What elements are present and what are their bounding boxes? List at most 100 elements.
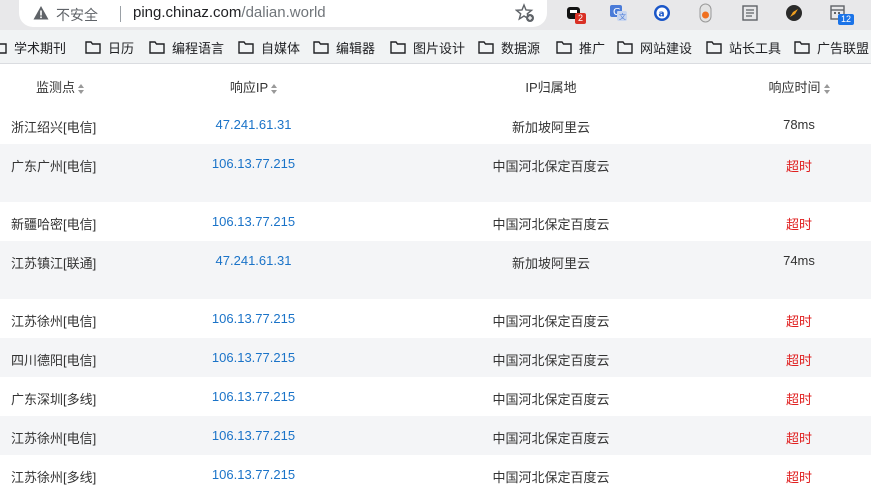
column-header-time[interactable]: 响应时间 xyxy=(748,77,850,96)
ip-link[interactable]: 106.13.77.215 xyxy=(180,428,327,443)
table-row: 江苏徐州[电信] 106.13.77.215 中国河北保定百度云 超时 xyxy=(0,416,871,455)
header-label: 监测点 xyxy=(36,80,76,95)
ip-link[interactable]: 106.13.77.215 xyxy=(180,467,327,482)
location-cell: 新加坡阿里云 xyxy=(511,120,590,135)
warning-icon[interactable] xyxy=(33,5,49,21)
ip-link[interactable]: 47.241.61.31 xyxy=(180,117,327,132)
sort-icon xyxy=(78,83,85,94)
table-row: 江苏徐州[多线] 106.13.77.215 中国河北保定百度云 超时 xyxy=(0,455,871,496)
location-cell: 中国河北保定百度云 xyxy=(492,431,610,446)
ip-link[interactable]: 106.13.77.215 xyxy=(180,350,327,365)
bookmark-label: 站长工具 xyxy=(729,40,782,56)
time-cell: 超时 xyxy=(785,392,812,407)
svg-text:文: 文 xyxy=(619,12,626,21)
node-cell: 浙江绍兴[电信] xyxy=(11,120,97,135)
bookmarks-bar: 学术期刊 日历 编程语言 自媒体 编辑器 图片设计 数据源 推广 网站建设 站长… xyxy=(0,30,871,64)
node-cell: 江苏徐州[电信] xyxy=(11,431,97,446)
extension-1-badge: 2 xyxy=(575,13,587,24)
location-cell: 新加坡阿里云 xyxy=(511,256,590,271)
browser-toolbar: 不安全 ping.chinaz.com/dalian.world 2 G文 a … xyxy=(0,0,871,30)
bookmark-folder[interactable]: 网站建设 xyxy=(617,38,692,56)
extension-1-icon[interactable]: 2 xyxy=(564,2,587,24)
reader-icon[interactable] xyxy=(739,2,761,24)
folder-icon xyxy=(617,40,633,54)
ip-link[interactable]: 106.13.77.215 xyxy=(180,389,327,404)
bookmark-label: 广告联盟 xyxy=(817,40,870,56)
folder-icon xyxy=(313,40,329,54)
ip-link[interactable]: 106.13.77.215 xyxy=(180,311,327,326)
table-row: 江苏徐州[电信] 106.13.77.215 中国河北保定百度云 超时 xyxy=(0,299,871,338)
bookmark-folder[interactable]: 自媒体 xyxy=(238,38,300,56)
table-row: 浙江绍兴[电信] 47.241.61.31 新加坡阿里云 78ms xyxy=(0,105,871,144)
location-cell: 中国河北保定百度云 xyxy=(492,159,610,174)
time-cell: 78ms xyxy=(783,117,815,132)
compass-icon[interactable] xyxy=(783,2,805,24)
address-bar[interactable]: 不安全 ping.chinaz.com/dalian.world xyxy=(19,0,547,27)
column-header-location: IP归属地 xyxy=(440,77,662,96)
header-label: 响应时间 xyxy=(768,80,821,95)
ip-link[interactable]: 47.241.61.31 xyxy=(180,253,327,268)
bookmark-folder[interactable]: 日历 xyxy=(85,38,134,56)
time-cell: 超时 xyxy=(785,470,812,485)
header-label: 响应IP xyxy=(229,80,269,95)
time-cell: 超时 xyxy=(785,159,812,174)
table-row: 新疆哈密[电信] 106.13.77.215 中国河北保定百度云 超时 xyxy=(0,202,871,241)
time-cell: 超时 xyxy=(785,431,812,446)
table-row: 四川德阳[电信] 106.13.77.215 中国河北保定百度云 超时 xyxy=(0,338,871,377)
ip-link[interactable]: 106.13.77.215 xyxy=(180,214,327,229)
orange-extension-icon[interactable] xyxy=(695,2,717,24)
bookmark-folder[interactable]: 推广 xyxy=(556,38,605,56)
location-cell: 中国河北保定百度云 xyxy=(492,314,610,329)
bookmark-label: 学术期刊 xyxy=(14,40,67,56)
url-path: /dalian.world xyxy=(241,4,326,21)
column-header-node[interactable]: 监测点 xyxy=(36,77,146,96)
bookmark-folder[interactable]: 广告联盟 xyxy=(794,38,869,56)
time-cell: 超时 xyxy=(785,353,812,368)
table-row: 广东深圳[多线] 106.13.77.215 中国河北保定百度云 超时 xyxy=(0,377,871,416)
bookmark-label: 日历 xyxy=(108,40,135,56)
svg-text:a: a xyxy=(659,10,665,20)
folder-icon xyxy=(794,40,810,54)
table-header: 监测点 响应IP IP归属地 响应时间 xyxy=(0,64,871,104)
time-cell: 74ms xyxy=(783,253,815,268)
ip-link[interactable]: 106.13.77.215 xyxy=(180,156,327,171)
folder-icon xyxy=(706,40,722,54)
header-label: IP归属地 xyxy=(525,80,577,95)
translate-icon[interactable]: G文 xyxy=(608,2,630,24)
bookmark-folder[interactable]: 站长工具 xyxy=(706,38,781,56)
calendar-icon[interactable]: 12 xyxy=(827,2,855,25)
location-cell: 中国河北保定百度云 xyxy=(492,353,610,368)
node-cell: 广东广州[电信] xyxy=(11,159,97,174)
location-cell: 中国河北保定百度云 xyxy=(492,217,610,232)
a-extension-icon[interactable]: a xyxy=(651,2,673,24)
bookmark-folder[interactable]: 编辑器 xyxy=(313,38,375,56)
folder-icon xyxy=(0,42,7,54)
time-cell: 超时 xyxy=(785,217,812,232)
sort-icon xyxy=(271,83,278,94)
node-cell: 江苏镇江[联通] xyxy=(11,256,97,271)
node-cell: 四川德阳[电信] xyxy=(11,353,97,368)
table-row: 广东广州[电信] 106.13.77.215 中国河北保定百度云 超时 xyxy=(0,144,871,202)
node-cell: 江苏徐州[多线] xyxy=(11,470,97,485)
node-cell: 广东深圳[多线] xyxy=(11,392,97,407)
bookmark-folder[interactable]: 学术期刊 xyxy=(0,38,66,56)
url-text[interactable]: ping.chinaz.com/dalian.world xyxy=(133,4,326,21)
bookmark-folder[interactable]: 图片设计 xyxy=(390,38,465,56)
bookmark-folder[interactable]: 编程语言 xyxy=(149,38,224,56)
bookmark-label: 数据源 xyxy=(501,40,541,56)
folder-icon xyxy=(149,40,165,54)
bookmark-label: 编程语言 xyxy=(172,40,225,56)
bookmark-star-icon[interactable] xyxy=(515,3,535,23)
table-row: 江苏镇江[联通] 47.241.61.31 新加坡阿里云 74ms xyxy=(0,241,871,299)
sort-icon xyxy=(823,83,830,94)
node-cell: 江苏徐州[电信] xyxy=(11,314,97,329)
bookmark-folder[interactable]: 数据源 xyxy=(478,38,540,56)
url-host: ping.chinaz.com xyxy=(133,4,242,21)
folder-icon xyxy=(556,40,572,54)
column-header-ip[interactable]: 响应IP xyxy=(180,77,327,96)
insecure-label[interactable]: 不安全 xyxy=(56,5,98,25)
bookmark-label: 网站建设 xyxy=(640,40,693,56)
node-cell: 新疆哈密[电信] xyxy=(11,217,97,232)
folder-icon xyxy=(390,40,406,54)
folder-icon xyxy=(478,40,494,54)
